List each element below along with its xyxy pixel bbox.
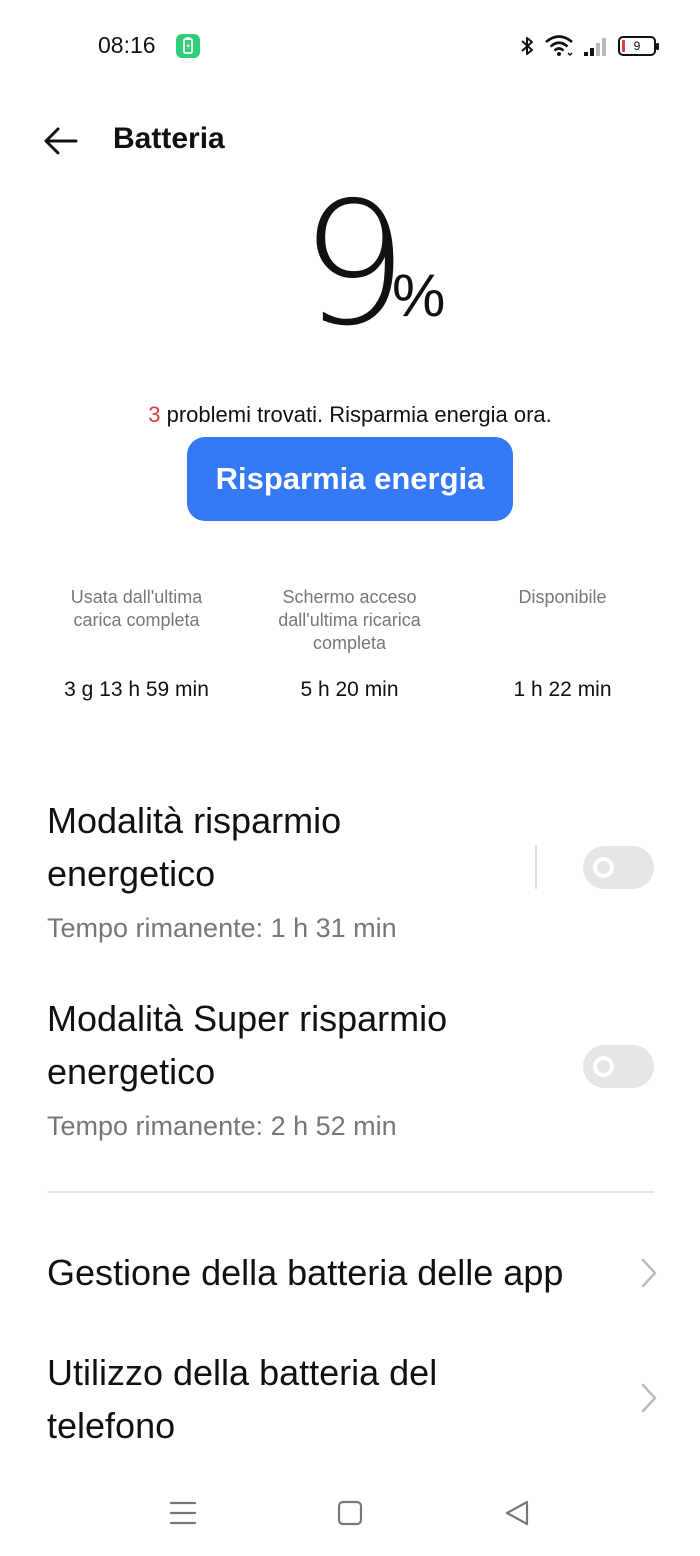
power-saving-row[interactable]: Modalità risparmio energetico Tempo rima…: [47, 794, 667, 948]
chevron-right-icon: [641, 1258, 657, 1288]
super-power-saving-row[interactable]: Modalità Super risparmio energetico Temp…: [47, 992, 667, 1146]
problems-text: problemi trovati. Risparmia energia ora.: [160, 402, 552, 427]
status-bar: 08:16 9: [0, 0, 700, 92]
battery-icon: 9: [618, 36, 659, 56]
stat-label: Usata dall'ultima carica completa: [70, 587, 203, 630]
vertical-divider: [535, 845, 537, 889]
back-triangle-icon: [505, 1500, 529, 1526]
back-nav-button[interactable]: [502, 1498, 534, 1528]
power-saving-toggle[interactable]: [583, 846, 654, 889]
battery-level-text: 9: [633, 39, 641, 53]
power-saving-remaining: Tempo rimanente: 1 h 31 min: [47, 913, 397, 943]
problems-message: 3 problemi trovati. Risparmia energia or…: [0, 402, 700, 428]
problems-count: 3: [148, 402, 161, 427]
bluetooth-icon: [521, 37, 533, 55]
stat-label: Disponibile: [518, 587, 607, 607]
back-arrow-icon: [44, 127, 78, 155]
wifi-icon: [545, 35, 573, 57]
phone-battery-usage-item[interactable]: Utilizzo della batteria del telefono: [47, 1346, 667, 1452]
system-navigation-bar: [0, 1488, 700, 1538]
power-saving-title: Modalità risparmio energetico: [47, 800, 342, 894]
status-time: 08:16: [98, 32, 156, 58]
stat-value: 5 h 20 min: [300, 678, 399, 701]
super-power-saving-remaining: Tempo rimanente: 2 h 52 min: [47, 1111, 397, 1141]
menu-icon: [169, 1501, 197, 1525]
status-icons: 9: [518, 32, 659, 60]
toggle-knob: [593, 1056, 614, 1077]
stat-value: 3 g 13 h 59 min: [64, 678, 209, 701]
app-battery-management-label: Gestione della batteria delle app: [47, 1252, 564, 1293]
battery-stats: Usata dall'ultima carica completa 3 g 13…: [30, 586, 670, 716]
battery-percentage: 9 %: [0, 166, 700, 364]
battery-percent-value: 9: [300, 166, 408, 364]
save-energy-button[interactable]: Risparmia energia: [187, 437, 513, 521]
stat-label: Schermo acceso dall'ultima ricarica comp…: [278, 587, 421, 653]
super-power-saving-toggle[interactable]: [583, 1045, 654, 1088]
section-divider: [47, 1191, 654, 1193]
stat-available: Disponibile 1 h 22 min: [456, 586, 669, 702]
phone-battery-usage-label: Utilizzo della batteria del telefono: [47, 1352, 438, 1446]
stat-value: 1 h 22 min: [513, 678, 612, 701]
battery-saver-app-icon: [176, 34, 200, 58]
save-energy-button-label: Risparmia energia: [215, 461, 485, 496]
app-battery-management-item[interactable]: Gestione della batteria delle app: [47, 1246, 667, 1299]
super-power-saving-title: Modalità Super risparmio energetico: [47, 998, 448, 1092]
page-title: Batteria: [113, 122, 225, 155]
signal-icon: [584, 38, 606, 56]
stat-screen-on: Schermo acceso dall'ultima ricarica comp…: [243, 586, 456, 702]
home-square-icon: [337, 1500, 363, 1526]
chevron-right-icon: [641, 1383, 657, 1413]
header: Batteria: [0, 112, 700, 168]
back-button[interactable]: [40, 120, 82, 162]
stat-used-since-charge: Usata dall'ultima carica completa 3 g 13…: [30, 586, 243, 702]
recents-button[interactable]: [167, 1498, 199, 1528]
toggle-knob: [593, 857, 614, 878]
home-button[interactable]: [334, 1498, 366, 1528]
battery-percent-sign: %: [392, 262, 446, 329]
